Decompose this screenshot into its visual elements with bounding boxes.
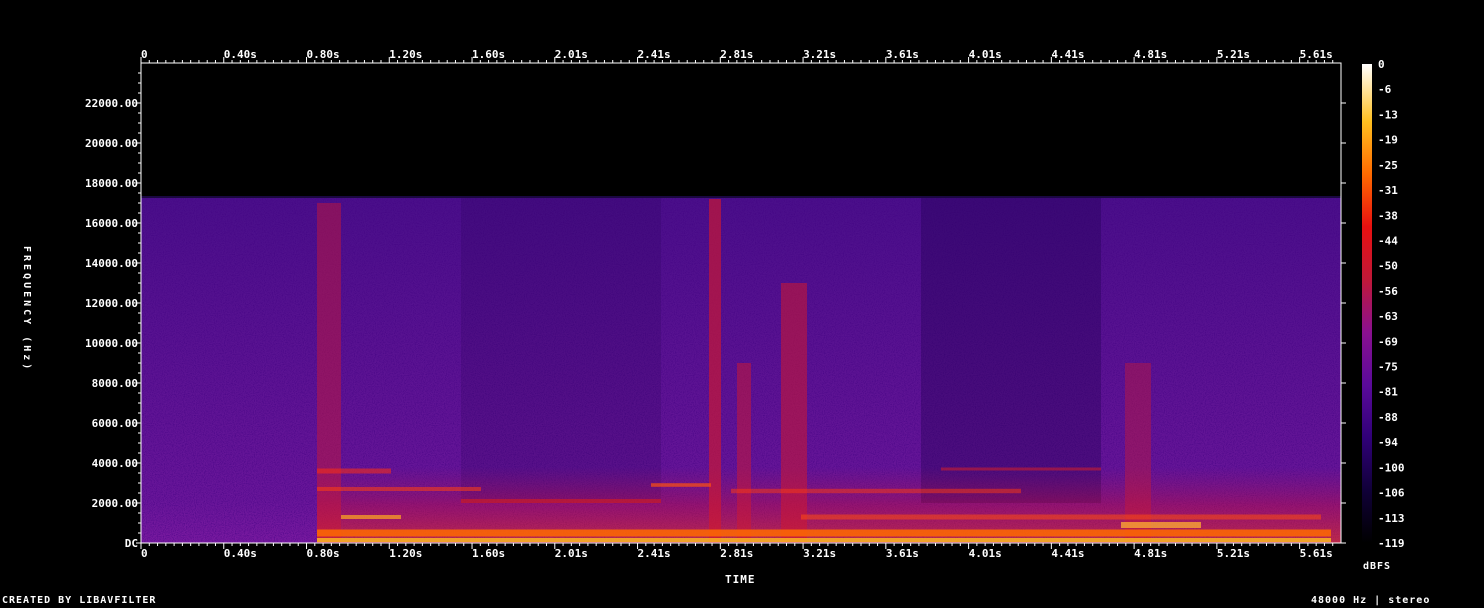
- colorbar-tick-label: -25: [1378, 159, 1398, 172]
- harmonic-band: [731, 488, 1021, 494]
- x-tick-label: 0: [141, 547, 148, 560]
- harmonic-band: [317, 538, 1331, 542]
- colorbar-tick-label: -63: [1378, 310, 1398, 323]
- colorbar-tick-label: -81: [1378, 386, 1398, 399]
- x-tick-label: 2.41s: [638, 48, 671, 61]
- y-tick-label: 22000.00: [85, 97, 138, 110]
- x-tick-label: 5.21s: [1217, 547, 1250, 560]
- y-tick-label: 20000.00: [85, 137, 138, 150]
- harmonic-band: [317, 487, 481, 491]
- y-tick-label: 4000.00: [92, 457, 138, 470]
- x-tick-label: 3.61s: [886, 547, 919, 560]
- colorbar-tick-label: -19: [1378, 134, 1398, 147]
- x-tick-label: 2.81s: [720, 547, 753, 560]
- colorbar-tick-label: -94: [1378, 436, 1398, 449]
- audio-info-text: 48000 Hz | stereo: [1311, 595, 1431, 606]
- transient-burst: [709, 199, 721, 543]
- y-tick-label: DC: [125, 537, 138, 550]
- transient-burst: [781, 283, 807, 543]
- colorbar-unit: dBFS: [1363, 561, 1392, 572]
- transient-burst: [737, 363, 751, 543]
- x-tick-label: 4.41s: [1051, 48, 1084, 61]
- x-tick-label: 2.41s: [638, 547, 671, 560]
- x-tick-label: 4.01s: [969, 48, 1002, 61]
- y-axis-label: FREQUENCY (Hz): [21, 246, 32, 373]
- colorbar-tick-label: -38: [1378, 209, 1398, 222]
- y-tick-label: 2000.00: [92, 497, 138, 510]
- quiet-region: [921, 197, 1101, 503]
- x-tick-label: 2.01s: [555, 48, 588, 61]
- x-tick-label: 4.41s: [1051, 547, 1084, 560]
- colorbar-tick-label: -6: [1378, 83, 1392, 96]
- x-tick-label: 1.20s: [389, 48, 422, 61]
- harmonic-band: [941, 467, 1101, 471]
- colorbar-tick-label: -50: [1378, 260, 1398, 273]
- harmonic-band: [801, 514, 1321, 520]
- x-tick-label: 0.80s: [307, 48, 340, 61]
- x-tick-label: 3.21s: [803, 48, 836, 61]
- x-tick-label: 2.01s: [555, 547, 588, 560]
- colorbar-tick-label: -13: [1378, 108, 1398, 121]
- colorbar-tick-label: -44: [1378, 234, 1398, 247]
- y-tick-label: 16000.00: [85, 217, 138, 230]
- colorbar-tick-label: -119: [1378, 537, 1405, 550]
- x-axis-label: TIME: [725, 573, 756, 586]
- transient-burst: [317, 203, 341, 543]
- harmonic-band: [651, 483, 711, 487]
- y-tick-label: 12000.00: [85, 297, 138, 310]
- colorbar: 0 -6 -13 -19 -25 -31 -38 -44 -50 -56 -63 -69 -75 -81 -…: [1362, 58, 1405, 550]
- x-tick-label: 5.21s: [1217, 48, 1250, 61]
- spectrogram-chart: 0 0 0.40s 0.40s 0.80s 0.80s 1.20s 1.20s 1.60s 1.6…: [85, 48, 1405, 560]
- x-tick-label: 5.61s: [1300, 48, 1333, 61]
- plot-area: [141, 63, 1341, 543]
- quiet-region: [461, 197, 661, 503]
- colorbar-tick-label: 0: [1378, 58, 1385, 71]
- colorbar-tick-label: -56: [1378, 285, 1398, 298]
- y-tick-label: 14000.00: [85, 257, 138, 270]
- harmonic-band: [341, 515, 401, 519]
- x-tick-label: 3.61s: [886, 48, 919, 61]
- colorbar-tick-label: -106: [1378, 487, 1405, 500]
- harmonic-band: [1121, 522, 1201, 528]
- y-tick-label: 18000.00: [85, 177, 138, 190]
- y-tick-label: 10000.00: [85, 337, 138, 350]
- x-tick-label: 1.60s: [472, 48, 505, 61]
- x-tick-label: 0.40s: [224, 48, 257, 61]
- x-tick-label: 1.20s: [389, 547, 422, 560]
- colorbar-gradient: [1362, 64, 1372, 543]
- colorbar-tick-label: -69: [1378, 335, 1398, 348]
- y-tick-label: 8000.00: [92, 377, 138, 390]
- x-tick-label: 0.40s: [224, 547, 257, 560]
- harmonic-band: [317, 468, 391, 474]
- x-tick-label: 4.01s: [969, 547, 1002, 560]
- x-tick-label: 2.81s: [720, 48, 753, 61]
- x-tick-label: 3.21s: [803, 547, 836, 560]
- harmonic-band: [317, 529, 1331, 537]
- x-tick-label: 0.80s: [307, 547, 340, 560]
- x-tick-label: 5.61s: [1300, 547, 1333, 560]
- colorbar-tick-label: -88: [1378, 411, 1398, 424]
- y-tick-label: 6000.00: [92, 417, 138, 430]
- x-tick-label: 0: [141, 48, 148, 61]
- colorbar-tick-label: -113: [1378, 512, 1405, 525]
- x-tick-label: 4.81s: [1134, 547, 1167, 560]
- colorbar-tick-label: -31: [1378, 184, 1398, 197]
- x-tick-label: 4.81s: [1134, 48, 1167, 61]
- harmonic-band: [461, 499, 661, 503]
- x-tick-label: 1.60s: [472, 547, 505, 560]
- credit-text: CREATED BY LIBAVFILTER: [2, 595, 157, 606]
- colorbar-tick-label: -100: [1378, 461, 1405, 474]
- colorbar-tick-label: -75: [1378, 361, 1398, 374]
